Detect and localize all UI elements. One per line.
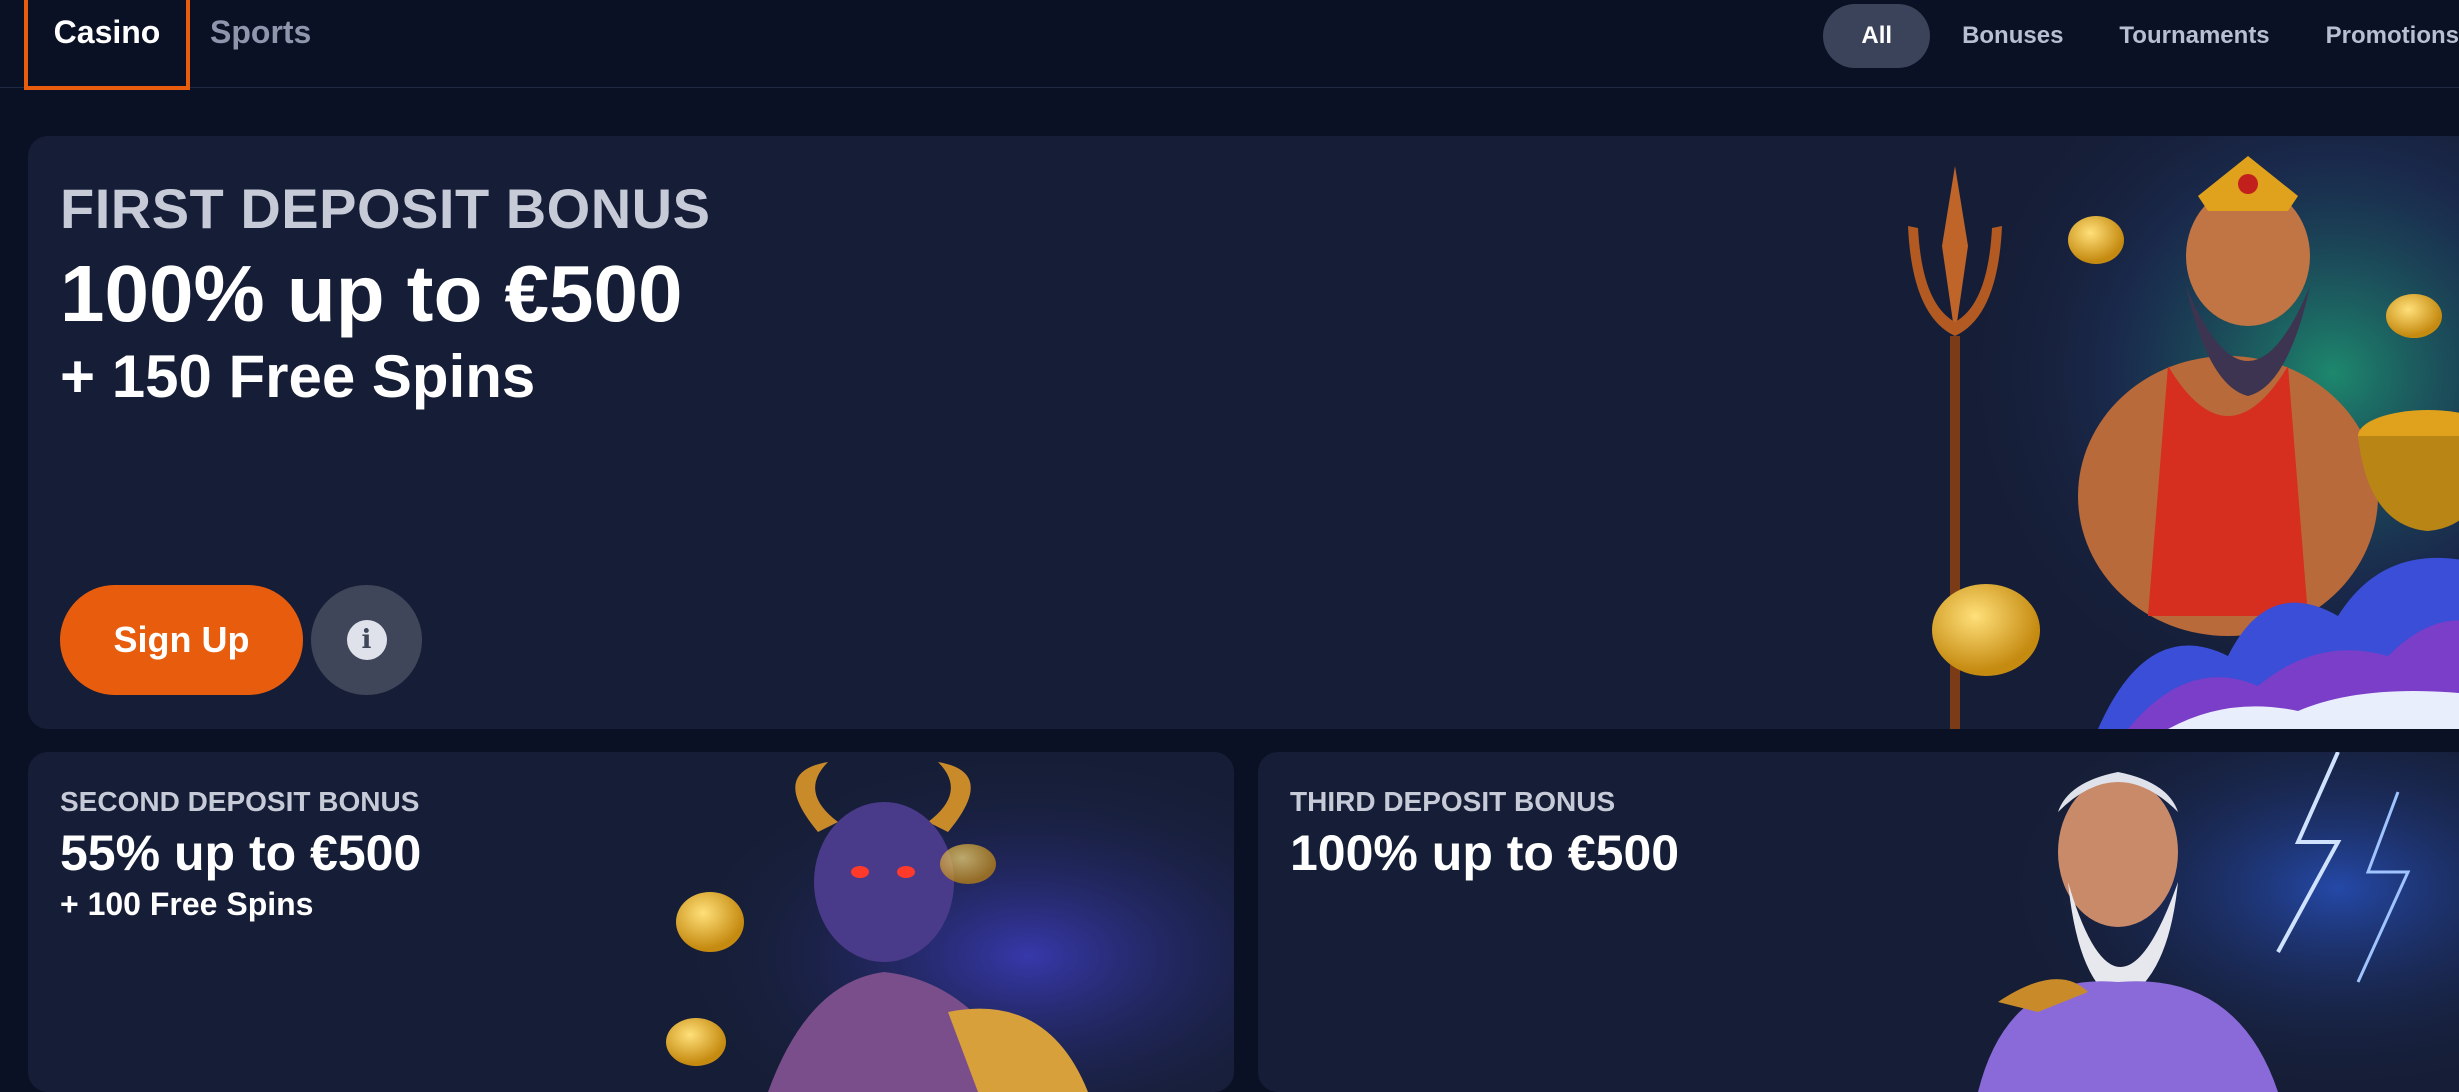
bonus-kicker: SECOND DEPOSIT BONUS xyxy=(60,786,420,817)
bonus-subheadline: + 150 Free Spins xyxy=(60,343,536,410)
tab-casino[interactable]: Casino xyxy=(24,0,190,90)
second-deposit-bonus-card: SECOND DEPOSIT BONUS 55% up to €500 + 10… xyxy=(28,752,1234,1092)
sign-up-button[interactable]: Sign Up xyxy=(60,585,303,695)
top-navigation: Casino Sports All Bonuses Tournaments Pr… xyxy=(0,0,2459,90)
tab-casino-label: Casino xyxy=(53,14,161,50)
minotaur-illustration xyxy=(648,752,1234,1092)
filter-all[interactable]: All xyxy=(1823,4,1931,68)
bonus-kicker: THIRD DEPOSIT BONUS xyxy=(1290,786,1616,817)
bonus-headline: 100% up to €500 xyxy=(60,249,683,338)
filter-promotions[interactable]: Promotions xyxy=(2298,4,2459,68)
tab-sports[interactable]: Sports xyxy=(210,0,311,90)
filter-tournaments[interactable]: Tournaments xyxy=(2091,4,2297,68)
first-deposit-bonus-card: FIRST DEPOSIT BONUS 100% up to €500 + 15… xyxy=(28,136,2459,729)
bonus-subheadline: + 100 Free Spins xyxy=(60,886,314,922)
third-deposit-bonus-card: THIRD DEPOSIT BONUS 100% up to €500 xyxy=(1258,752,2459,1092)
info-button[interactable]: i xyxy=(311,585,422,695)
bonus-kicker: FIRST DEPOSIT BONUS xyxy=(60,177,711,240)
filter-bonuses[interactable]: Bonuses xyxy=(1934,4,2091,68)
promo-filters: All Bonuses Tournaments Promotions xyxy=(1823,4,2459,68)
bonus-headline: 100% up to €500 xyxy=(1290,825,1680,881)
bonus-headline: 55% up to €500 xyxy=(60,825,422,881)
info-icon: i xyxy=(346,620,387,660)
poseidon-illustration xyxy=(1868,136,2459,729)
tab-sports-label: Sports xyxy=(210,14,312,50)
zeus-illustration xyxy=(1918,752,2459,1092)
